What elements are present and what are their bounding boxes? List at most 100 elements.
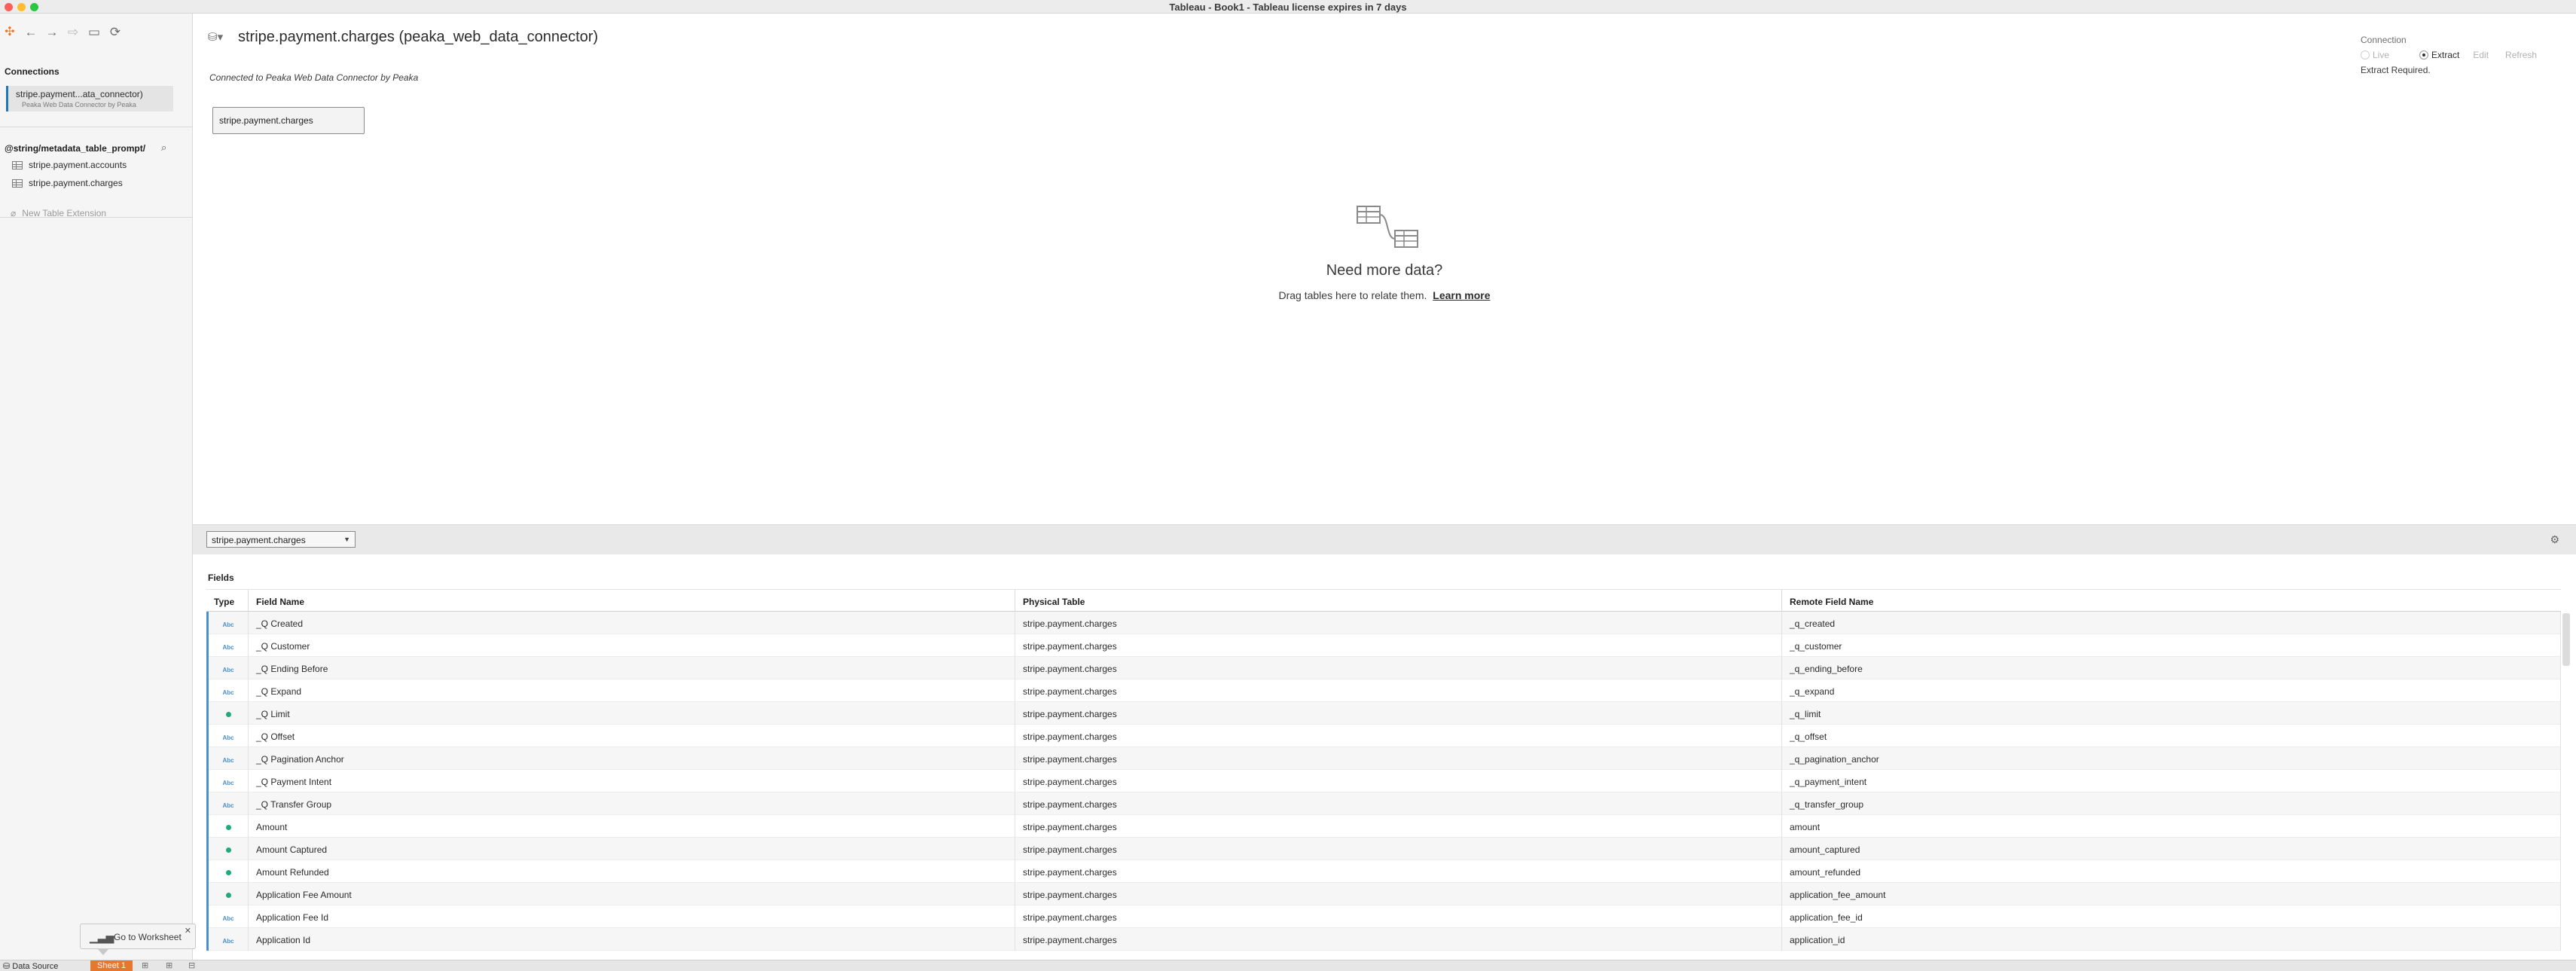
extract-option-label[interactable]: Extract [2431, 50, 2459, 60]
live-option-label[interactable]: Live [2373, 50, 2389, 60]
string-type-icon: Abc [222, 757, 234, 764]
field-name-cell[interactable]: Application Fee Amount [249, 883, 1015, 905]
new-dashboard-icon[interactable]: ⊞ [166, 960, 172, 971]
table-row[interactable]: Amount stripe.payment.charges amount [206, 815, 2561, 838]
table-row[interactable]: Abc _Q Offset stripe.payment.charges _q_off… [206, 725, 2561, 747]
column-header-field-name[interactable]: Field Name [249, 590, 1015, 612]
type-cell[interactable]: Abc [206, 747, 249, 770]
physical-table-cell: stripe.payment.charges [1015, 612, 1782, 634]
data-source-icon[interactable]: ⛁▾ [208, 30, 223, 44]
type-cell[interactable] [206, 702, 249, 725]
remote-field-name-cell: amount_refunded [1782, 860, 2561, 883]
save-icon[interactable]: ▭ [87, 24, 101, 41]
bar-chart-icon: ▁▃▅ [90, 931, 114, 943]
table-row[interactable]: Abc _Q Transfer Group stripe.payment.charg… [206, 792, 2561, 815]
table-row[interactable]: Abc _Q Payment Intent stripe.payment.charg… [206, 770, 2561, 792]
type-cell[interactable]: Abc [206, 657, 249, 679]
physical-table-cell: stripe.payment.charges [1015, 679, 1782, 702]
edit-link[interactable]: Edit [2473, 50, 2489, 60]
field-name-cell[interactable]: Amount Captured [249, 838, 1015, 860]
table-scrollbar[interactable] [2562, 613, 2570, 666]
remote-field-name-cell: amount_captured [1782, 838, 2561, 860]
tooltip-arrow [98, 949, 108, 955]
live-radio[interactable] [2361, 50, 2370, 60]
forward-icon[interactable]: → [45, 24, 59, 41]
connection-item[interactable]: stripe.payment...ata_connector) Peaka We… [6, 86, 173, 111]
close-icon[interactable]: ✕ [185, 926, 191, 936]
type-cell[interactable]: Abc [206, 928, 249, 951]
column-header-type[interactable]: Type [206, 590, 249, 612]
table-row[interactable]: _Q Limit stripe.payment.charges _q_limit [206, 702, 2561, 725]
physical-table-cell: stripe.payment.charges [1015, 634, 1782, 657]
new-story-icon[interactable]: ⊟ [188, 960, 195, 971]
sidebar-table-charges[interactable]: stripe.payment.charges [12, 176, 123, 190]
type-cell[interactable] [206, 860, 249, 883]
field-name-cell[interactable]: Application Fee Id [249, 905, 1015, 928]
table-row[interactable]: Abc _Q Pagination Anchor stripe.payment.ch… [206, 747, 2561, 770]
table-row[interactable]: Abc _Q Created stripe.payment.charges _q_cr… [206, 612, 2561, 634]
type-cell[interactable] [206, 838, 249, 860]
extract-radio[interactable] [2419, 50, 2429, 60]
back-icon[interactable]: ← [24, 24, 38, 41]
table-row[interactable]: Amount Refunded stripe.payment.charges amo… [206, 860, 2561, 883]
field-name-cell[interactable]: _Q Transfer Group [249, 792, 1015, 815]
table-row[interactable]: Application Fee Amount stripe.payment.cha… [206, 883, 2561, 905]
field-name-cell[interactable]: _Q Payment Intent [249, 770, 1015, 792]
refresh-icon[interactable]: ⟳ [108, 24, 122, 41]
table-row[interactable]: Abc _Q Customer stripe.payment.charges _q_c… [206, 634, 2561, 657]
table-row[interactable]: Abc Application Fee Id stripe.payment.char… [206, 905, 2561, 928]
grid-toolbar: stripe.payment.charges ▼ ⚙ [193, 524, 2576, 554]
sheet-tab-bar: ⛁ Data Source Sheet 1 ⊞ ⊞ ⊟ [0, 960, 2576, 971]
field-name-cell[interactable]: Application Id [249, 928, 1015, 951]
field-name-cell[interactable]: _Q Pagination Anchor [249, 747, 1015, 770]
search-icon[interactable]: ⌕ [161, 142, 166, 154]
gear-icon[interactable]: ⚙ [2550, 533, 2559, 546]
table-row[interactable]: Amount Captured stripe.payment.charges amo… [206, 838, 2561, 860]
field-name-cell[interactable]: Amount [249, 815, 1015, 838]
canvas-table-card[interactable]: stripe.payment.charges [212, 107, 365, 134]
fields-table-body: Abc _Q Created stripe.payment.charges _q_cr… [206, 612, 2561, 951]
field-name-cell[interactable]: _Q Ending Before [249, 657, 1015, 679]
field-name-cell[interactable]: _Q Customer [249, 634, 1015, 657]
physical-table-cell: stripe.payment.charges [1015, 883, 1782, 905]
remote-field-name-cell: _q_transfer_group [1782, 792, 2561, 815]
type-cell[interactable]: Abc [206, 634, 249, 657]
type-cell[interactable] [206, 815, 249, 838]
table-icon [12, 160, 23, 169]
tableau-logo-icon[interactable]: ✣ [3, 24, 17, 41]
type-cell[interactable]: Abc [206, 612, 249, 634]
column-header-remote-field-name[interactable]: Remote Field Name [1782, 590, 2561, 612]
field-name-cell[interactable]: _Q Created [249, 612, 1015, 634]
go-to-worksheet-tooltip[interactable]: ▁▃▅ Go to Worksheet ✕ [80, 924, 196, 949]
remote-field-name-cell: _q_offset [1782, 725, 2561, 747]
type-cell[interactable]: Abc [206, 770, 249, 792]
page-title[interactable]: stripe.payment.charges (peaka_web_data_c… [238, 29, 598, 46]
sidebar-table-accounts[interactable]: stripe.payment.accounts [12, 158, 127, 172]
table-row[interactable]: Abc Application Id stripe.payment.charges a… [206, 928, 2561, 951]
refresh-link[interactable]: Refresh [2505, 50, 2537, 60]
type-cell[interactable]: Abc [206, 679, 249, 702]
type-cell[interactable]: Abc [206, 725, 249, 747]
type-cell[interactable]: Abc [206, 905, 249, 928]
connected-to-text: Connected to Peaka Web Data Connector by… [209, 72, 419, 83]
new-worksheet-icon[interactable]: ⊞ [142, 960, 148, 971]
table-select-dropdown[interactable]: stripe.payment.charges ▼ [206, 531, 356, 548]
field-name-cell[interactable]: _Q Offset [249, 725, 1015, 747]
type-cell[interactable] [206, 883, 249, 905]
connection-options: Live Extract Edit Refresh [2361, 50, 2571, 60]
main-area: ⛁▾ stripe.payment.charges (peaka_web_dat… [193, 14, 2576, 960]
connection-subtitle: Peaka Web Data Connector by Peaka [22, 101, 136, 108]
remote-field-name-cell: _q_created [1782, 612, 2561, 634]
type-cell[interactable]: Abc [206, 792, 249, 815]
table-row[interactable]: Abc _Q Expand stripe.payment.charges _q_exp… [206, 679, 2561, 702]
table-row[interactable]: Abc _Q Ending Before stripe.payment.charge… [206, 657, 2561, 679]
empty-canvas-title: Need more data? [1326, 262, 1443, 279]
column-header-physical-table[interactable]: Physical Table [1015, 590, 1782, 612]
tab-sheet-1[interactable]: Sheet 1 [90, 960, 133, 971]
tab-data-source[interactable]: ⛁ Data Source [0, 961, 58, 971]
field-name-cell[interactable]: _Q Expand [249, 679, 1015, 702]
field-name-cell[interactable]: _Q Limit [249, 702, 1015, 725]
learn-more-link[interactable]: Learn more [1433, 289, 1490, 301]
field-name-cell[interactable]: Amount Refunded [249, 860, 1015, 883]
redo-icon[interactable]: ⇨ [66, 24, 80, 41]
